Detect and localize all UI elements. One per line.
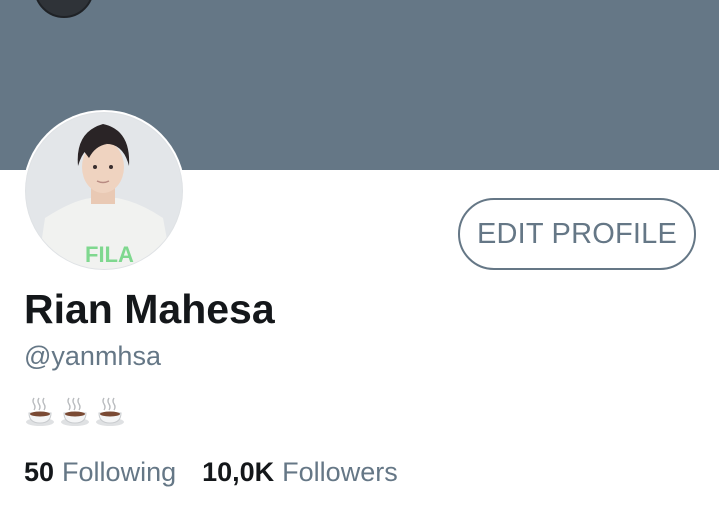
following-link[interactable]: 50 Following xyxy=(24,457,176,488)
username-handle: @yanmhsa xyxy=(24,341,161,371)
svg-text:FILA: FILA xyxy=(85,242,134,267)
hot-beverage-icon xyxy=(61,397,89,426)
bio xyxy=(24,396,126,428)
hot-beverage-icon xyxy=(26,397,54,426)
avatar[interactable]: FILA xyxy=(23,110,185,272)
edit-profile-button[interactable]: EDIT PROFILE xyxy=(458,198,696,270)
following-count: 50 xyxy=(24,457,55,487)
edit-profile-label: EDIT PROFILE xyxy=(476,217,678,250)
profile-stats: 50 Following 10,0K Followers xyxy=(24,457,398,488)
display-name: Rian Mahesa xyxy=(24,286,275,332)
followers-count: 10,0K xyxy=(202,457,275,487)
hot-beverage-icon xyxy=(96,397,124,426)
following-label: Following xyxy=(62,457,177,487)
avatar-photo: FILA xyxy=(25,112,183,270)
followers-link[interactable]: 10,0K Followers xyxy=(202,457,398,488)
followers-label: Followers xyxy=(282,457,398,487)
